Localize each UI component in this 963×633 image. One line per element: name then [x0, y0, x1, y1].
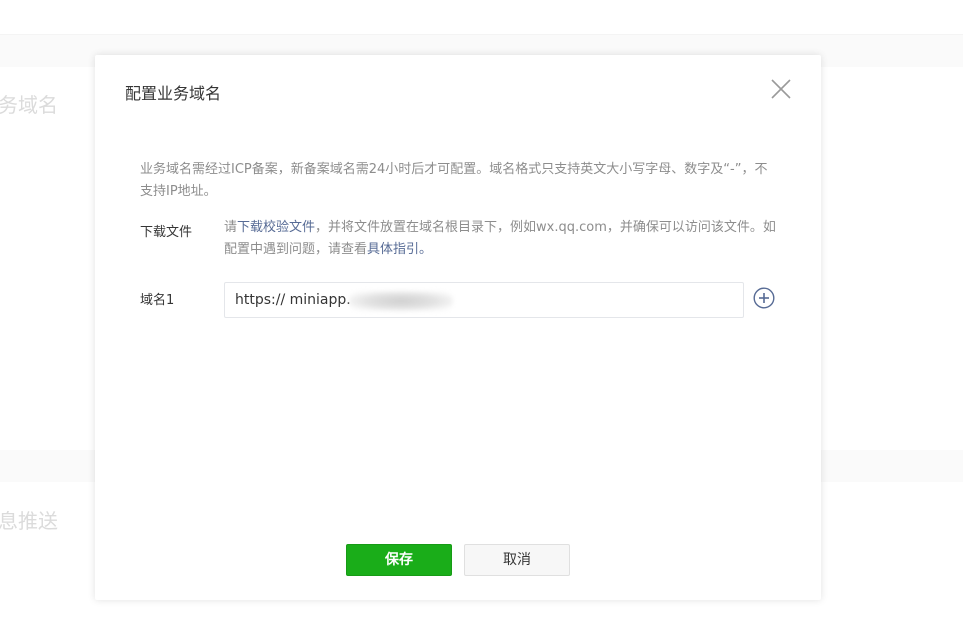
- download-file-description: 请下载校验文件，并将文件放置在域名根目录下，例如wx.qq.com，并确保可以访…: [224, 217, 780, 261]
- domain-1-field: [224, 282, 744, 318]
- page: 务域名 息推送 配置业务域名 业务域名需经过ICP备案，新备案域名需24小时后才…: [0, 0, 963, 633]
- download-text-prefix: 请: [224, 220, 238, 235]
- domain-1-input[interactable]: [225, 283, 743, 317]
- guide-link[interactable]: 具体指引。: [367, 242, 432, 257]
- close-icon: [771, 79, 791, 99]
- plus-circle-icon: [753, 287, 775, 309]
- dialog-title: 配置业务域名: [125, 84, 222, 103]
- add-domain-button[interactable]: [753, 287, 775, 309]
- cancel-button[interactable]: 取消: [464, 544, 570, 576]
- domain-1-label: 域名1: [140, 293, 175, 308]
- download-file-label: 下载文件: [140, 225, 193, 240]
- redacted-text-mask: [349, 291, 453, 311]
- domain-notice: 业务域名需经过ICP备案，新备案域名需24小时后才可配置。域名格式只支持英文大小…: [140, 162, 768, 199]
- save-button[interactable]: 保存: [346, 544, 452, 576]
- configure-domain-dialog: 配置业务域名 业务域名需经过ICP备案，新备案域名需24小时后才可配置。域名格式…: [95, 55, 821, 600]
- download-verify-file-link[interactable]: 下载校验文件: [237, 220, 315, 235]
- close-button[interactable]: [769, 77, 793, 101]
